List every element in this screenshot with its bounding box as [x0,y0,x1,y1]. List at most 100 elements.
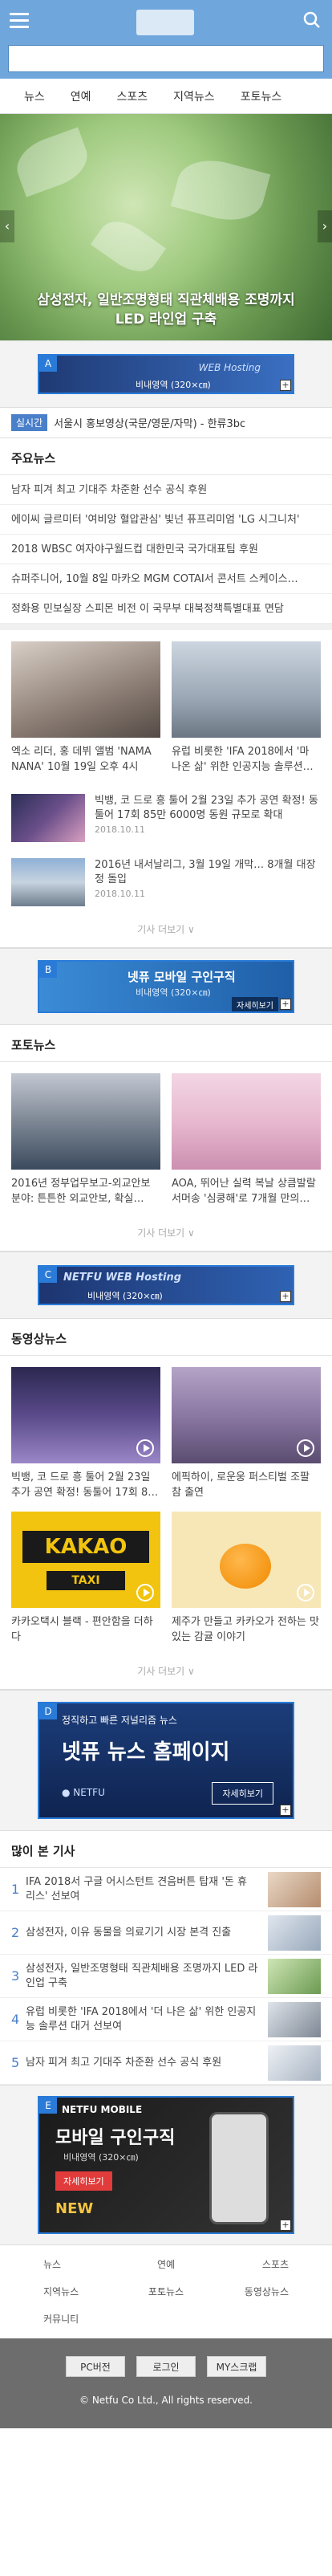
hero-next-button[interactable]: › [318,210,332,242]
card-caption[interactable]: 2016년 정부업무보고-외교안보 분야: 튼튼한 외교안보, 확실… [11,1176,160,1207]
ad-detail-button[interactable]: 자세히보기 [212,1782,273,1805]
ad-subtitle: 비내영역 (320×㎝) [63,2152,139,2163]
hero-caption[interactable]: 삼성전자, 일반조명형태 직관체배용 조명까지 LED 라인업 구축 [0,291,332,329]
popular-thumbnail [268,1958,321,1994]
news-row[interactable]: 빅뱅, 코 드로 흥 툴어 2월 23일 추가 공연 확정! 동툴어 17회 8… [0,786,332,850]
my-scrap-button[interactable]: MY스크랩 [207,2356,266,2377]
ad-plus-icon[interactable]: + [280,2220,291,2231]
rank-number: 3 [11,1968,20,1984]
banner-ad-c[interactable]: C NETFU WEB Hosting 비내영역 (320×㎝) + [38,1265,294,1305]
footer-link-entertainment[interactable]: 연예 [115,2253,218,2276]
photo-card[interactable]: AOA, 뛰어난 실력 복날 상큼발랄 서머송 '심쿵해'로 7개월 만의… [172,1073,321,1207]
nav-item-news[interactable]: 뉴스 [24,88,45,104]
category-nav: 뉴스 연예 스포츠 지역뉴스 포토뉴스 [0,79,332,114]
play-icon[interactable] [136,1439,154,1457]
card-thumbnail [11,1073,160,1170]
card-caption[interactable]: 유럽 비롯한 'IFA 2018에서 '마 나온 삶' 위한 인공지능 솔루션… [172,744,321,775]
video-card[interactable]: KAKAO TAXI 카카오택시 블랙 - 편안함을 더하다 [11,1512,160,1645]
ad-slot-b: B 넷퓨 모바일 구인구직 비내영역 (320×㎝) 자세히보기 + [0,948,332,1025]
card-thumbnail [11,641,160,738]
play-icon[interactable] [297,1584,314,1601]
phone-image [209,2112,269,2224]
rank-number: 1 [11,1882,20,1897]
news-card[interactable]: 엑소 리더, 홍 데뷔 앨범 'NAMA NANA' 10월 19일 오후 4시… [11,641,160,775]
ad-detail-button[interactable]: 자세히보기 [55,2171,112,2191]
popular-title[interactable]: 유럽 비롯한 'IFA 2018에서 '더 나은 삶' 위한 인공지능 솔루션 … [26,2005,268,2034]
nav-item-sports[interactable]: 스포츠 [117,88,148,104]
card-caption[interactable]: 빅뱅, 코 드로 흥 툴어 2월 23일 추가 공연 확정! 동툴어 17회 8… [11,1470,160,1500]
play-icon[interactable] [297,1439,314,1457]
banner-ad-b[interactable]: B 넷퓨 모바일 구인구직 비내영역 (320×㎝) 자세히보기 + [38,960,294,1013]
row-title[interactable]: 2016년 내서날리그, 3월 19일 개막… 8개월 대장정 돌입 [95,858,321,887]
list-item[interactable]: 에이씨 글르미터 '여비앙 혈압관심' 빛넌 퓨프리미엄 'LG 시그니처' [0,505,332,535]
footer-link-news[interactable]: 뉴스 [11,2253,115,2276]
card-caption[interactable]: 에픽하이, 로운웅 퍼스티벌 조팔 참 출연 [172,1470,321,1500]
footer-link-photo[interactable]: 포토뉴스 [115,2281,218,2303]
ad-plus-icon[interactable]: + [280,1805,291,1816]
card-caption[interactable]: 엑소 리더, 홍 데뷔 앨범 'NAMA NANA' 10월 19일 오후 4시… [11,744,160,775]
nav-item-entertainment[interactable]: 연예 [71,88,91,104]
nav-item-local[interactable]: 지역뉴스 [173,88,215,104]
ad-plus-icon[interactable]: + [280,1291,291,1302]
popular-title[interactable]: IFA 2018서 구글 어시스턴트 견음버튼 탑재 '돈 휴 리스' 선보여 [26,1875,268,1904]
news-card[interactable]: 유럽 비롯한 'IFA 2018에서 '마 나온 삶' 위한 인공지능 솔루션… [172,641,321,775]
search-input[interactable] [8,45,324,72]
card-caption[interactable]: 제주가 만들고 카카오가 전하는 맛있는 감귤 이야기 [172,1614,321,1645]
list-item[interactable]: 슈퍼주니어, 10월 8일 마카오 MGM COTAI서 콘서트 스케이스… [0,564,332,594]
pc-version-button[interactable]: PC버전 [66,2356,125,2377]
footer-link-community[interactable]: 커뮤니티 [11,2308,115,2330]
video-card[interactable]: 에픽하이, 로운웅 퍼스티벌 조팔 참 출연 [172,1367,321,1500]
row-title[interactable]: 빅뱅, 코 드로 흥 툴어 2월 23일 추가 공연 확정! 동툴어 17회 8… [95,794,321,823]
hero-slider[interactable]: ‹ › 삼성전자, 일반조명형태 직관체배용 조명까지 LED 라인업 구축 [0,114,332,340]
list-item[interactable]: 정화용 민보실장 스피몬 비전 이 국무부 대북정책특별대표 면담 [0,594,332,624]
login-button[interactable]: 로그인 [136,2356,196,2377]
popular-title[interactable]: 삼성전자, 이유 동물을 의료기기 시장 본격 진출 [26,1926,268,1940]
card-caption[interactable]: AOA, 뛰어난 실력 복날 상큼발랄 서머송 '심쿵해'로 7개월 만의… [172,1176,321,1207]
row-date: 2018.10.11 [95,889,145,899]
more-articles-link[interactable]: 기사 더보기 ∨ [0,1218,332,1251]
popular-item[interactable]: 4 유럽 비롯한 'IFA 2018에서 '더 나은 삶' 위한 인공지능 솔루… [0,1998,332,2041]
popular-item[interactable]: 2 삼성전자, 이유 동물을 의료기기 시장 본격 진출 [0,1911,332,1955]
news-row[interactable]: 2016년 내서날리그, 3월 19일 개막… 8개월 대장정 돌입 2018.… [0,850,332,914]
footer-link-video[interactable]: 동영상뉴스 [217,2281,321,2303]
banner-ad-a[interactable]: A WEB Hosting 비내영역 (320×㎝) + [38,354,294,394]
section-title-popular: 많이 본 기사 [0,1831,332,1868]
more-articles-link[interactable]: 기사 더보기 ∨ [0,914,332,948]
row-thumbnail [11,858,85,906]
site-logo[interactable] [136,10,194,35]
photo-card[interactable]: 2016년 정부업무보고-외교안보 분야: 튼튼한 외교안보, 확실… [11,1073,160,1207]
breaking-text[interactable]: 서울시 홍보영상(국문/영문/자막) - 한류3bc [54,415,245,430]
banner-ad-d[interactable]: D 정직하고 빠른 저널리즘 뉴스 넷퓨 뉴스 홈페이지 ● NETFU 자세히… [38,1702,294,1819]
popular-item[interactable]: 1 IFA 2018서 구글 어시스턴트 견음버튼 탑재 '돈 휴 리스' 선보… [0,1868,332,1911]
breaking-news-bar[interactable]: 실시간 서울시 홍보영상(국문/영문/자막) - 한류3bc [0,408,332,438]
section-title-main-news: 주요뉴스 [0,438,332,475]
ad-new-label: NEW [55,2200,94,2217]
nav-item-photo[interactable]: 포토뉴스 [241,88,282,104]
search-icon[interactable] [303,11,321,29]
banner-ad-e[interactable]: E NETFU MOBILE 모바일 구인구직 비내영역 (320×㎝) 자세히… [38,2096,294,2234]
more-articles-link[interactable]: 기사 더보기 ∨ [0,1656,332,1690]
popular-title[interactable]: 삼성전자, 일반조명형태 직관체배용 조명까지 LED 라인업 구축 [26,1962,268,1991]
popular-title[interactable]: 남자 피겨 최고 기대주 차준환 선수 공식 후원 [26,2056,268,2070]
footer-link-sports[interactable]: 스포츠 [217,2253,321,2276]
popular-item[interactable]: 5 남자 피겨 최고 기대주 차준환 선수 공식 후원 [0,2041,332,2085]
popular-item[interactable]: 3 삼성전자, 일반조명형태 직관체배용 조명까지 LED 라인업 구축 [0,1955,332,1998]
card-caption[interactable]: 카카오택시 블랙 - 편안함을 더하다 [11,1614,160,1645]
ad-slot-a: A WEB Hosting 비내영역 (320×㎝) + [0,340,332,408]
ad-slot-c: C NETFU WEB Hosting 비내영역 (320×㎝) + [0,1251,332,1319]
ad-plus-icon[interactable]: + [280,380,291,391]
hero-prev-button[interactable]: ‹ [0,210,14,242]
list-item[interactable]: 2018 WBSC 여자야구월드컵 대한민국 국가대표팀 후원 [0,535,332,564]
copyright: © Netfu Co Ltd., All rights reserved. [79,2395,253,2406]
divider [0,624,332,630]
ad-detail-button[interactable]: 자세히보기 [232,997,278,1011]
menu-icon[interactable] [10,13,29,31]
kakao-sign: KAKAO [22,1531,149,1563]
footer-link-local[interactable]: 지역뉴스 [11,2281,115,2303]
play-icon[interactable] [136,1584,154,1601]
video-card[interactable]: 제주가 만들고 카카오가 전하는 맛있는 감귤 이야기 [172,1512,321,1645]
ad-plus-icon[interactable]: + [280,999,291,1010]
list-item[interactable]: 남자 피겨 최고 기대주 차준환 선수 공식 후원 [0,475,332,505]
ad-title: 모바일 구인구직 [55,2128,176,2148]
video-card[interactable]: 빅뱅, 코 드로 흥 툴어 2월 23일 추가 공연 확정! 동툴어 17회 8… [11,1367,160,1500]
